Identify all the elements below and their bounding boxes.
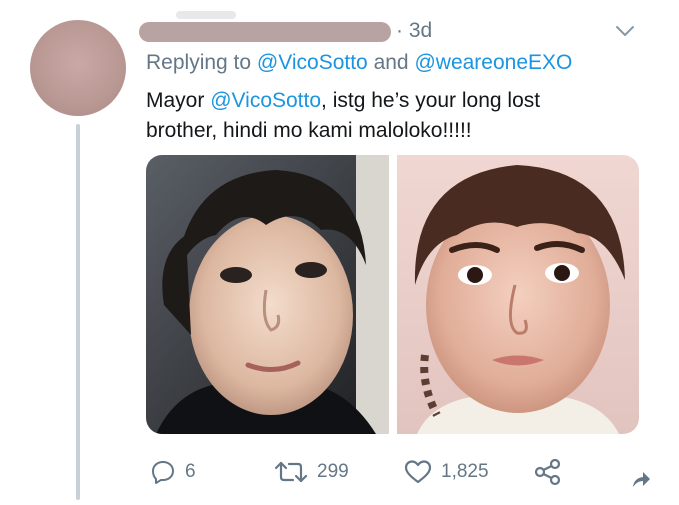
share-icon	[534, 458, 561, 486]
tweet-photo-left[interactable]	[146, 155, 389, 434]
tweet-text-prefix: Mayor	[146, 89, 205, 112]
reply-icon	[152, 461, 174, 484]
tweet-text-line1: Mayor @VicoSotto, istg he’s your long lo…	[146, 86, 646, 116]
retweet-count: 299	[317, 461, 349, 482]
tweet-text-line2: brother, hindi mo kami maloloko!!!!!	[146, 119, 472, 142]
avatar[interactable]	[30, 20, 126, 116]
tweet-timestamp[interactable]: · 3d	[396, 17, 432, 45]
forward-button[interactable]	[630, 460, 652, 500]
forward-arrow-icon	[633, 472, 650, 487]
tweet-actions: 6 299 1,825	[146, 452, 666, 492]
tweet-text-suffix: , istg he’s your long lost	[321, 89, 541, 112]
share-button[interactable]	[534, 452, 562, 492]
like-button[interactable]: 1,825	[404, 452, 489, 492]
replying-and-label: and	[373, 51, 409, 74]
redacted-display-name[interactable]	[139, 22, 391, 42]
chevron-down-icon[interactable]	[614, 20, 636, 42]
reply-mention-vicosotto[interactable]: @VicoSotto	[257, 51, 368, 74]
like-count: 1,825	[441, 461, 489, 482]
tweet-mention-vicosotto[interactable]: @VicoSotto	[210, 89, 321, 112]
heart-icon	[404, 460, 432, 484]
tweet-photo-right[interactable]	[397, 155, 639, 434]
reply-count: 6	[185, 461, 196, 482]
reply-mention-weareoneexo[interactable]: @weareoneEXO	[414, 51, 572, 74]
replying-to-line: Replying to @VicoSotto and @weareoneEXO	[146, 48, 572, 78]
retweet-icon	[274, 461, 308, 483]
thread-line	[76, 124, 80, 500]
tweet-text: Mayor @VicoSotto, istg he’s your long lo…	[146, 86, 646, 146]
redacted-name-stub	[176, 11, 236, 19]
photo-boy-right-icon	[397, 155, 639, 434]
photo-boy-left-icon	[146, 155, 389, 434]
retweet-button[interactable]: 299	[274, 452, 349, 492]
reply-button[interactable]: 6	[150, 452, 196, 492]
replying-to-label: Replying to	[146, 51, 252, 74]
